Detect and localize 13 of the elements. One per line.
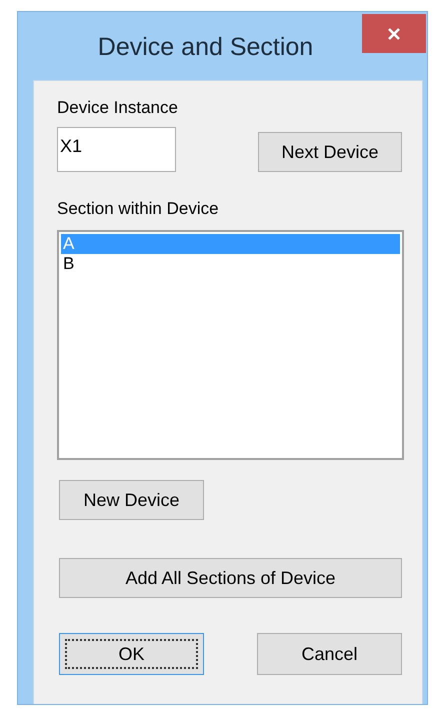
new-device-button[interactable]: New Device: [59, 480, 204, 520]
list-item[interactable]: B: [61, 254, 400, 274]
window-title: Device and Section: [98, 32, 314, 62]
input-field[interactable]: X1: [57, 127, 176, 172]
next-device-button[interactable]: Next Device: [258, 132, 402, 172]
ok-button[interactable]: OK: [59, 633, 204, 675]
add-all-button[interactable]: Add All Sections of Device: [59, 558, 402, 598]
cancel-button[interactable]: Cancel: [257, 633, 402, 675]
list-label: Section within Device: [57, 199, 220, 219]
section-listbox[interactable]: A B: [57, 230, 404, 460]
field-label: Device Instance: [57, 98, 179, 118]
close-icon: [387, 26, 401, 40]
close-button[interactable]: [362, 14, 426, 53]
